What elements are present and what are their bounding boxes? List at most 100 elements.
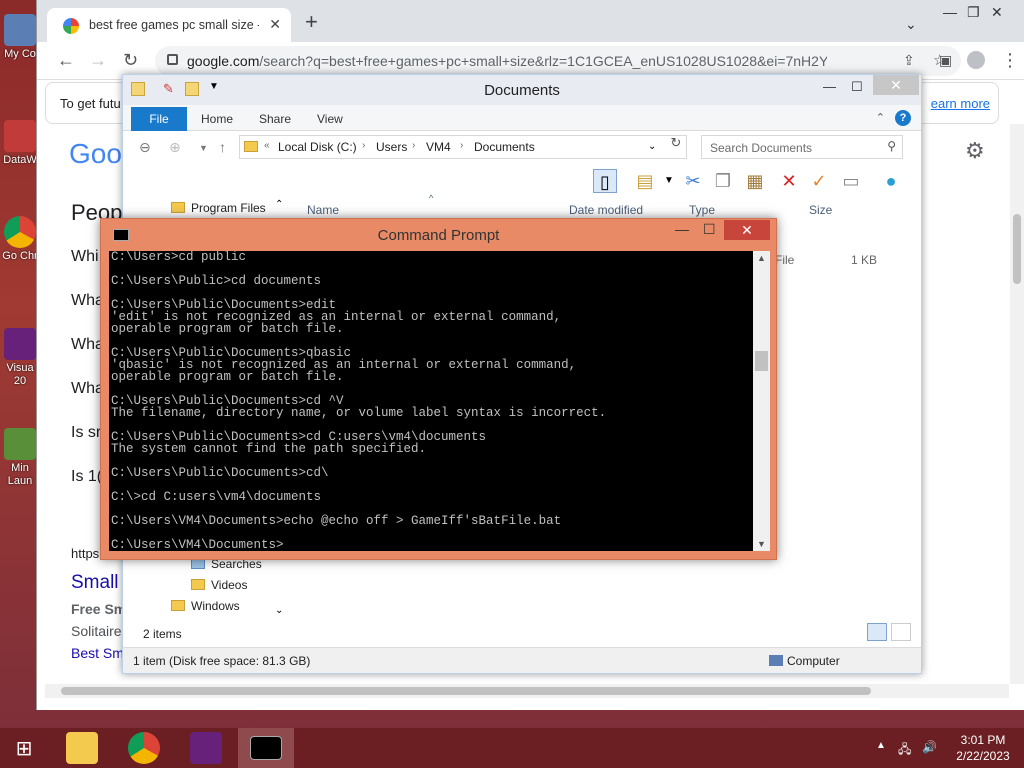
profile-avatar[interactable]	[967, 51, 985, 69]
maximize-button[interactable]: ☐	[703, 221, 716, 238]
close-tab-icon[interactable]: ✕	[269, 16, 281, 33]
horizontal-scrollbar[interactable]	[45, 684, 1009, 698]
column-size[interactable]: Size	[809, 203, 832, 217]
command-toolbar: ▯ ▤ ▼ ✂ ❐ ▦ ✕ ✓ ▭ ●	[593, 165, 923, 197]
app-icon	[4, 120, 36, 152]
windows-start-icon[interactable]: ⊞	[8, 736, 40, 760]
column-type[interactable]: Type	[689, 203, 715, 217]
refresh-icon[interactable]: ↻	[665, 135, 687, 155]
tab-file[interactable]: File	[131, 107, 187, 131]
globe-icon[interactable]: ●	[879, 169, 903, 193]
system-clock[interactable]: 3:01 PM 2/22/2023	[948, 732, 1018, 764]
tab-view[interactable]: View	[317, 112, 343, 126]
maximize-button[interactable]: ☐	[851, 79, 863, 95]
search-input[interactable]: Search Documents ⚲	[701, 135, 903, 159]
minimize-button[interactable]: —	[823, 79, 836, 94]
tab-search-icon[interactable]: ⌄	[905, 16, 917, 33]
question-item[interactable]: Is sr	[71, 424, 101, 442]
scroll-down-icon[interactable]: ▼	[753, 539, 770, 549]
chevron-down-icon[interactable]: ⌄	[648, 141, 656, 152]
details-view-icon[interactable]	[867, 623, 887, 641]
paste-icon[interactable]: ▦	[743, 169, 767, 193]
learn-more-link[interactable]: earn more	[931, 96, 990, 111]
question-item[interactable]: Wha	[71, 336, 104, 354]
tab-home[interactable]: Home	[201, 112, 233, 126]
chevron-down-icon[interactable]: ▼	[657, 169, 681, 193]
volume-icon[interactable]: 🔊	[922, 740, 937, 754]
recent-locations-icon[interactable]: ▼	[199, 143, 208, 153]
rename-icon[interactable]: ✓	[807, 169, 831, 193]
nav-scroll-up[interactable]: ⌃	[275, 199, 283, 210]
vertical-scrollbar[interactable]	[1010, 124, 1024, 684]
explorer-title-bar[interactable]: ✎ ▼ Documents — ☐ ✕	[123, 75, 921, 105]
search-placeholder: Search Documents	[710, 141, 813, 155]
command-prompt-window: Command Prompt — ☐ ✕ C:\Users>cd public …	[100, 218, 777, 560]
show-hidden-icons[interactable]: ▲	[876, 740, 886, 751]
minimize-button[interactable]: —	[943, 4, 957, 20]
taskbar-command-prompt[interactable]	[238, 728, 294, 768]
breadcrumb-users[interactable]: Users	[376, 140, 407, 154]
sort-indicator-icon: ^	[429, 193, 434, 203]
desktop-icon-my-computer[interactable]: My Co	[0, 14, 40, 61]
copy-icon[interactable]: ❐	[711, 169, 735, 193]
taskbar-chrome[interactable]	[116, 728, 172, 768]
question-item[interactable]: Whi	[71, 248, 99, 266]
desktop-icon-chrome[interactable]: Go Chr	[0, 216, 40, 263]
result-url[interactable]: https	[71, 546, 99, 561]
question-item[interactable]: Wha	[71, 380, 104, 398]
google-logo[interactable]: Goo	[69, 138, 122, 170]
question-item[interactable]: Wha	[71, 292, 104, 310]
expand-ribbon-icon[interactable]: ⌃	[876, 111, 885, 124]
gear-icon[interactable]: ⚙	[965, 138, 985, 164]
minimize-button[interactable]: —	[675, 221, 689, 237]
nav-item-program-files[interactable]: Program Files	[171, 201, 266, 215]
address-bar[interactable]: google.com/search?q=best+free+games+pc+s…	[155, 46, 961, 76]
nav-item-windows[interactable]: Windows	[171, 599, 240, 613]
forward-button[interactable]: ⊕	[169, 139, 181, 156]
cmd-title-bar[interactable]: Command Prompt — ☐ ✕	[101, 219, 776, 251]
question-item[interactable]: Is 1(	[71, 468, 102, 486]
desktop-icon-visual-studio[interactable]: Visua 20	[0, 328, 40, 388]
tab-share[interactable]: Share	[259, 112, 291, 126]
result-title-link[interactable]: Small	[71, 572, 119, 594]
breadcrumb-documents[interactable]: Documents	[474, 140, 535, 154]
back-button[interactable]: ←	[57, 50, 75, 71]
forward-button[interactable]: →	[89, 50, 107, 71]
desktop-icon-dataw[interactable]: DataW	[0, 120, 40, 167]
preview-pane-icon[interactable]: ▯	[593, 169, 617, 193]
up-button[interactable]: ↑	[219, 139, 226, 155]
reload-button[interactable]: ↻	[123, 50, 138, 71]
console-text: C:\Users>cd public C:\Users\Public>cd do…	[111, 251, 607, 551]
taskbar-file-explorer[interactable]	[54, 728, 110, 768]
properties-icon[interactable]: ▭	[839, 169, 863, 193]
taskbar-visual-studio[interactable]	[178, 728, 234, 768]
column-date-modified[interactable]: Date modified	[569, 203, 643, 217]
close-button[interactable]: ✕	[873, 75, 919, 95]
nav-scroll-down[interactable]: ⌄	[275, 605, 283, 616]
sidebar-icon[interactable]: ▣	[939, 52, 952, 69]
delete-icon[interactable]: ✕	[777, 169, 801, 193]
back-button[interactable]: ⊖	[139, 139, 151, 156]
cut-icon[interactable]: ✂	[681, 169, 705, 193]
result-snippet[interactable]: Best Sm	[71, 645, 124, 661]
check-folder-icon[interactable]: ▤	[633, 169, 657, 193]
breadcrumb-local-disk[interactable]: Local Disk (C:)	[278, 140, 357, 154]
new-tab-button[interactable]: +	[305, 11, 318, 33]
close-button[interactable]: ✕	[724, 220, 770, 240]
help-icon[interactable]: ?	[895, 110, 911, 126]
large-icons-view-icon[interactable]	[891, 623, 911, 641]
explorer-address-bar[interactable]: « Local Disk (C:) › Users › VM4 › Docume…	[239, 135, 687, 159]
restore-button[interactable]: ❐	[967, 4, 980, 21]
console-output[interactable]: C:\Users>cd public C:\Users\Public>cd do…	[109, 251, 753, 551]
column-name[interactable]: Name	[307, 203, 339, 217]
menu-icon[interactable]: ⋮	[1001, 50, 1019, 71]
browser-tab[interactable]: best free games pc small size - G ✕	[47, 8, 291, 42]
scroll-up-icon[interactable]: ▲	[753, 253, 770, 263]
share-icon[interactable]: ⇪	[903, 52, 915, 69]
desktop-icon-minecraft[interactable]: Min Laun	[0, 428, 40, 488]
network-icon[interactable]: 🖧	[898, 740, 911, 761]
cmd-scrollbar[interactable]: ▲ ▼	[753, 251, 770, 551]
nav-item-videos[interactable]: Videos	[191, 578, 247, 592]
close-button[interactable]: ✕	[991, 4, 1003, 21]
breadcrumb-vm4[interactable]: VM4	[426, 140, 451, 154]
